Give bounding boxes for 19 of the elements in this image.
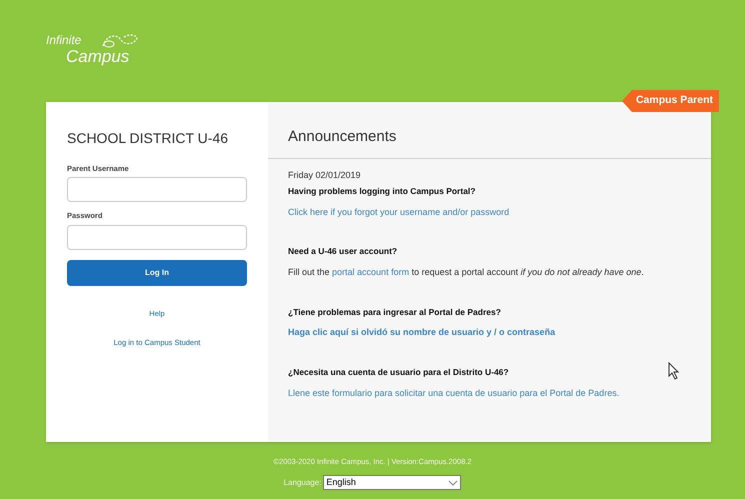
link[interactable]: Click here if you forgot your username and/or password — [288, 206, 510, 220]
link[interactable]: Haga clic aquí si olvidó su nombre de usuario y / o contraseña — [288, 326, 556, 340]
link[interactable]: portal account form — [332, 267, 410, 277]
announcement-heading: Having problems logging into Campus Portal? — [288, 185, 476, 198]
mouse-pointer-icon — [668, 362, 680, 380]
language-label: Language: — [284, 476, 322, 489]
login-button[interactable]: Log In — [67, 260, 247, 286]
language-select[interactable]: English — [323, 475, 462, 490]
announcement-date: Friday 02/01/2019 — [288, 168, 362, 182]
announcement-heading: ¿Necesita una cuenta de usuario para el Distrito U-46? — [288, 366, 509, 378]
chevron-down-icon — [448, 480, 458, 486]
input-field[interactable] — [67, 224, 247, 250]
logo: Infinite Campus — [46, 32, 138, 70]
announcement-heading: ¿Tiene problemas para ingresar al Portal de Padres? — [288, 306, 501, 318]
announcement-heading: Need a U-46 user account? — [288, 245, 398, 258]
district-name: SCHOOL DISTRICT U-46 — [67, 129, 230, 148]
announcement-text: Fill out the portal account form to request a portal account if you do not already have one. — [288, 266, 645, 279]
input-field[interactable] — [67, 177, 247, 202]
link[interactable]: Llene este formulario para solicitar una cuenta de usuario para el Portal de Padres. — [288, 386, 620, 400]
